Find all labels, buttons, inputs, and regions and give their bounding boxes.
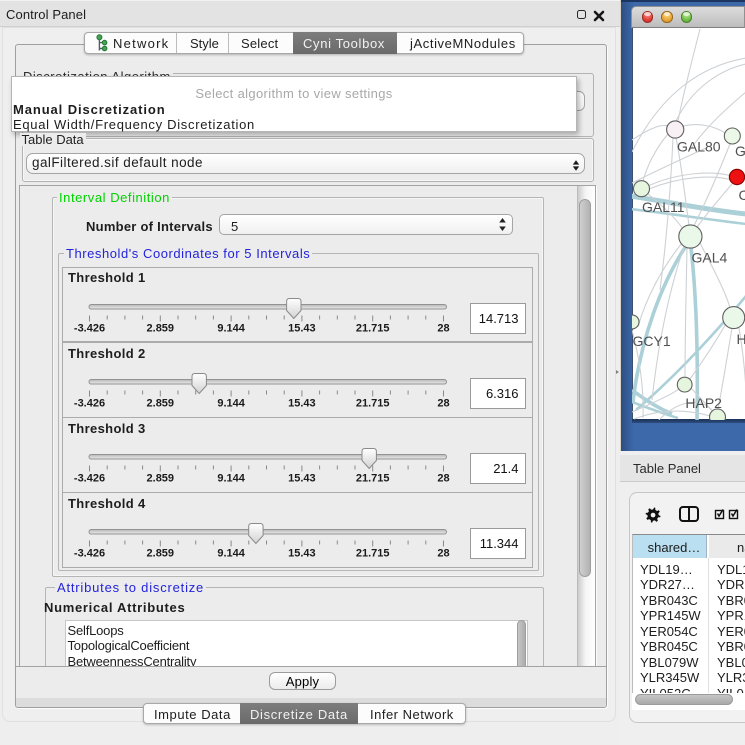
svg-text:28: 28 <box>437 548 449 560</box>
svg-text:GCY1: GCY1 <box>633 333 671 349</box>
svg-text:15.43: 15.43 <box>288 322 316 334</box>
svg-text:2.859: 2.859 <box>147 322 175 334</box>
svg-text:-3.426: -3.426 <box>74 398 105 410</box>
svg-text:15.43: 15.43 <box>288 548 316 560</box>
svg-text:GAL4: GAL4 <box>692 250 728 266</box>
svg-text:HAP2: HAP2 <box>685 395 722 411</box>
svg-text:28: 28 <box>437 398 449 410</box>
svg-text:-3.426: -3.426 <box>74 322 105 334</box>
svg-text:21.715: 21.715 <box>356 398 390 410</box>
svg-text:-3.426: -3.426 <box>74 473 105 485</box>
svg-text:9.144: 9.144 <box>217 398 245 410</box>
svg-text:GAL80: GAL80 <box>677 139 721 155</box>
svg-text:9.144: 9.144 <box>217 473 245 485</box>
svg-text:21.715: 21.715 <box>356 548 390 560</box>
svg-text:2.859: 2.859 <box>147 473 175 485</box>
svg-text:21.715: 21.715 <box>356 473 390 485</box>
svg-text:15.43: 15.43 <box>288 473 316 485</box>
svg-text:2.859: 2.859 <box>147 548 175 560</box>
svg-text:GA: GA <box>735 143 745 159</box>
svg-text:H: H <box>737 331 745 347</box>
svg-text:GAL11: GAL11 <box>642 199 685 215</box>
svg-text:21.715: 21.715 <box>356 322 390 334</box>
svg-text:-3.426: -3.426 <box>74 548 105 560</box>
svg-text:9.144: 9.144 <box>217 548 245 560</box>
svg-text:15.43: 15.43 <box>288 398 316 410</box>
svg-text:2.859: 2.859 <box>147 398 175 410</box>
svg-text:28: 28 <box>437 473 449 485</box>
svg-text:9.144: 9.144 <box>217 322 245 334</box>
svg-text:C: C <box>739 187 745 203</box>
svg-text:28: 28 <box>437 322 449 334</box>
